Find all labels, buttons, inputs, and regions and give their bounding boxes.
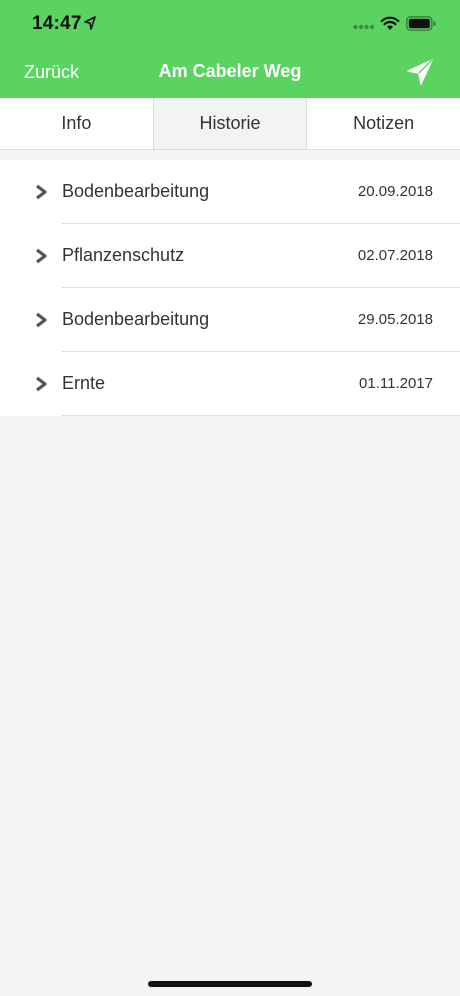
history-list: Bodenbearbeitung 20.09.2018 Pflanzenschu… <box>0 160 460 416</box>
tab-label: Historie <box>199 113 261 133</box>
location-arrow-icon[interactable] <box>406 58 434 86</box>
history-date: 20.09.2018 <box>357 183 433 200</box>
chevron-right-icon <box>36 248 47 264</box>
list-item[interactable]: Ernte 01.11.2017 <box>0 352 460 416</box>
header-bar: 14:47 Zurück Am Cabeler Weg <box>0 0 460 98</box>
status-bar: 14:47 <box>0 0 460 50</box>
history-title: Bodenbearbeitung <box>62 181 210 201</box>
list-item[interactable]: Bodenbearbeitung 20.09.2018 <box>0 160 460 224</box>
tab-notizen[interactable]: Notizen <box>306 98 460 149</box>
history-date: 02.07.2018 <box>357 247 433 264</box>
chevron-right-icon <box>36 312 47 328</box>
tab-label: Info <box>61 113 92 133</box>
segmented-tabs: Info Historie Notizen <box>0 98 460 150</box>
history-title: Ernte <box>62 373 106 393</box>
location-arrow-icon <box>84 16 96 30</box>
row-divider <box>62 415 460 416</box>
home-indicator[interactable] <box>148 981 312 987</box>
chevron-right-icon <box>36 184 47 200</box>
history-date: 01.11.2017 <box>359 375 433 392</box>
cellular-signal-icon <box>353 24 375 30</box>
battery-icon <box>406 16 436 31</box>
chevron-right-icon <box>36 376 47 392</box>
tab-label: Notizen <box>353 113 415 133</box>
history-title: Bodenbearbeitung <box>62 309 210 329</box>
tab-info[interactable]: Info <box>0 98 153 149</box>
status-time: 14:47 <box>32 13 82 34</box>
list-item[interactable]: Pflanzenschutz 02.07.2018 <box>0 224 460 288</box>
back-button[interactable]: Zurück <box>24 62 79 83</box>
tab-historie[interactable]: Historie <box>152 98 307 149</box>
history-title: Pflanzenschutz <box>62 245 185 265</box>
app-screen: 14:47 Zurück Am Cabeler Weg Info Histori… <box>0 0 460 996</box>
wifi-icon <box>380 16 400 30</box>
list-item[interactable]: Bodenbearbeitung 29.05.2018 <box>0 288 460 352</box>
history-date: 29.05.2018 <box>357 311 433 328</box>
